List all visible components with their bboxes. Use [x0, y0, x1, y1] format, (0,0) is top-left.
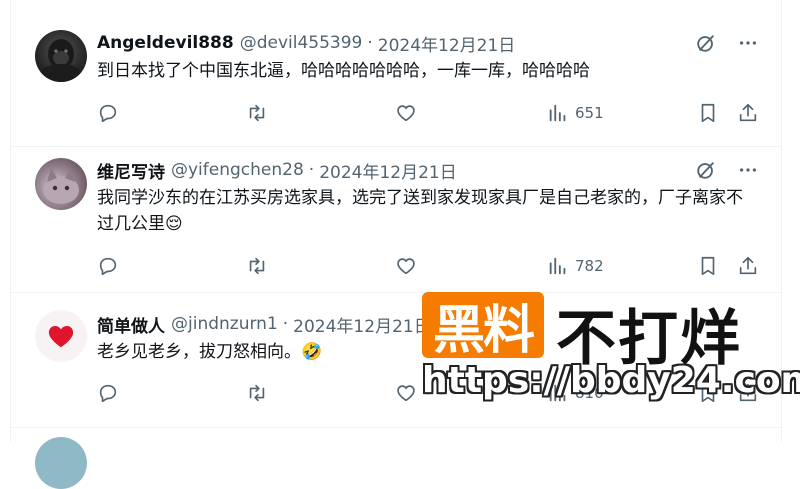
reply-icon [99, 384, 117, 403]
retweet-icon [249, 257, 265, 275]
bookmark-button[interactable] [697, 382, 719, 404]
reply-button[interactable] [97, 382, 119, 404]
share-icon [739, 256, 757, 275]
views-icon [549, 384, 566, 402]
timeline: Angeldevil888 @devil455399 · 2024年12月21日… [10, 0, 782, 489]
views-icon [549, 104, 566, 122]
grok-icon[interactable] [695, 32, 717, 54]
heart-icon [397, 258, 415, 275]
user-handle[interactable]: @devil455399 [240, 33, 363, 53]
heart-icon [397, 105, 415, 122]
more-icon[interactable] [737, 32, 759, 54]
heart-icon [397, 385, 415, 402]
tweet-actions: 782 [97, 253, 759, 279]
like-button[interactable] [395, 382, 417, 404]
avatar[interactable] [35, 310, 87, 362]
separator: · [308, 160, 315, 180]
views-button[interactable]: 651 [547, 102, 604, 124]
reply-icon [99, 104, 117, 123]
reply-button[interactable] [97, 102, 119, 124]
share-icon [739, 103, 757, 122]
views-icon [549, 257, 566, 275]
avatar[interactable] [35, 30, 87, 82]
bookmark-button[interactable] [697, 255, 719, 277]
like-button[interactable] [395, 255, 417, 277]
more-icon[interactable] [737, 159, 759, 181]
share-button[interactable] [737, 255, 759, 277]
share-button[interactable] [737, 382, 759, 404]
share-icon [739, 383, 757, 402]
view-count: 782 [575, 257, 604, 275]
reply-icon [99, 257, 117, 276]
avatar[interactable] [35, 437, 87, 489]
tweet-header: 维尼写诗 @yifengchen28 · 2024年12月21日 [97, 157, 781, 183]
tweet-date[interactable]: 2024年12月21日 [293, 312, 431, 337]
share-button[interactable] [737, 102, 759, 124]
username[interactable]: 维尼写诗 [97, 158, 165, 183]
tweet-header-icons [695, 30, 759, 56]
heart-avatar [48, 326, 74, 348]
reply-button[interactable] [97, 255, 119, 277]
views-button[interactable]: 782 [547, 255, 604, 277]
user-handle[interactable]: @yifengchen28 [171, 160, 304, 180]
view-count: 651 [575, 104, 604, 122]
tweet-1[interactable]: Angeldevil888 @devil455399 · 2024年12月21日… [11, 0, 781, 147]
tweet-4-partial[interactable] [11, 427, 781, 489]
tweet-text: 我同学沙东的在江苏买房选家具，选完了送到家发现家具厂是自己老家的，厂子离家不过几… [97, 188, 743, 234]
tweet-2[interactable]: 维尼写诗 @yifengchen28 · 2024年12月21日 我同学沙东的在… [11, 146, 781, 293]
tweet-3[interactable]: 简单做人 @jindnzurn1 · 2024年12月21日 老乡见老乡，拔刀怒… [11, 292, 781, 428]
separator: · [367, 33, 373, 53]
cat-avatar [43, 168, 79, 204]
tweet-date[interactable]: 2024年12月21日 [319, 158, 457, 183]
gorilla-avatar [39, 39, 83, 82]
tweet-text: 老乡见老乡，拔刀怒相向。🤣 [97, 342, 323, 362]
separator: · [282, 314, 289, 334]
grok-icon[interactable] [695, 159, 717, 181]
retweet-icon [249, 104, 265, 122]
tweet-date[interactable]: 2024年12月21日 [378, 31, 516, 56]
avatar[interactable] [35, 158, 87, 210]
view-count: 810 [575, 384, 604, 402]
bookmark-button[interactable] [697, 102, 719, 124]
tweet-header: 简单做人 @jindnzurn1 · 2024年12月21日 [97, 311, 781, 337]
bookmark-icon [701, 383, 715, 403]
retweet-button[interactable] [245, 255, 269, 277]
bookmark-icon [701, 256, 715, 276]
like-button[interactable] [395, 102, 417, 124]
username[interactable]: Angeldevil888 [97, 33, 234, 53]
retweet-button[interactable] [245, 102, 269, 124]
username[interactable]: 简单做人 [97, 312, 165, 337]
tweet-text: 到日本找了个中国东北逼，哈哈哈哈哈哈哈，一库一库，哈哈哈哈 [97, 61, 590, 81]
retweet-button[interactable] [245, 382, 269, 404]
tweet-header: Angeldevil888 @devil455399 · 2024年12月21日 [97, 30, 781, 56]
tweet-actions: 651 [97, 100, 759, 126]
bookmark-icon [701, 103, 715, 123]
retweet-icon [249, 384, 265, 402]
views-button[interactable]: 810 [547, 382, 604, 404]
tweet-actions: 810 [97, 380, 759, 406]
user-handle[interactable]: @jindnzurn1 [171, 314, 278, 334]
tweet-header-icons [695, 157, 759, 183]
